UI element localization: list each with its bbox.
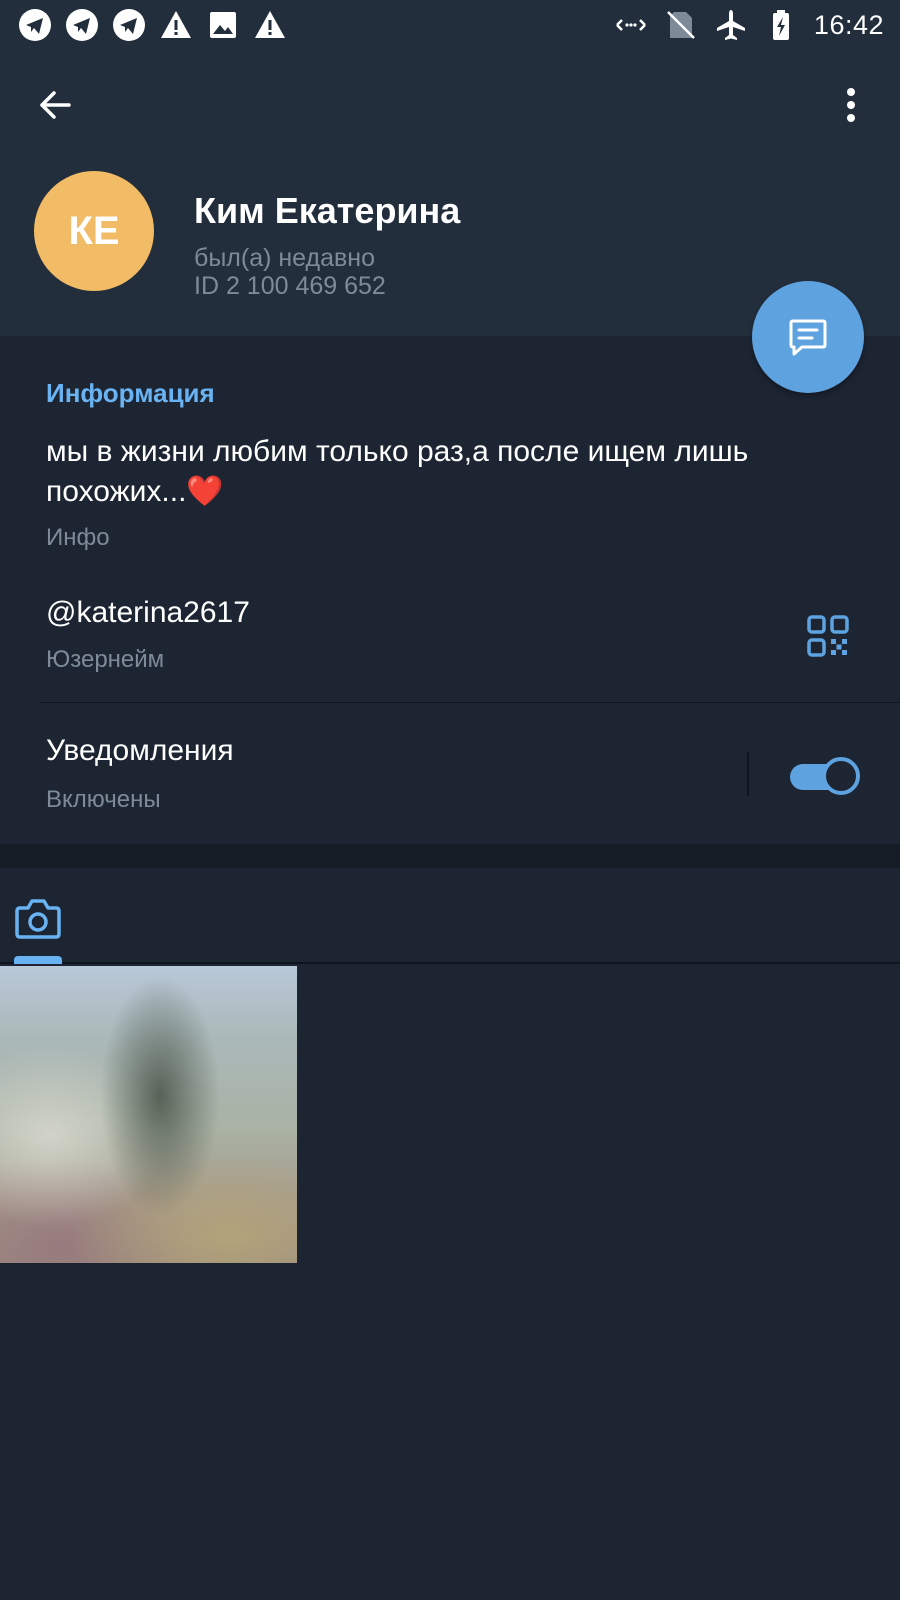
clock: 16:42 bbox=[813, 9, 884, 40]
active-tab-indicator bbox=[14, 956, 62, 964]
avatar[interactable]: КЕ bbox=[34, 171, 154, 291]
notifications-toggle[interactable] bbox=[790, 756, 860, 798]
notifications-title[interactable]: Уведомления bbox=[46, 734, 234, 768]
image-icon bbox=[206, 8, 240, 42]
qr-code-icon bbox=[807, 615, 849, 657]
qr-code-button[interactable] bbox=[806, 614, 850, 658]
send-message-button[interactable] bbox=[752, 281, 864, 393]
last-seen-status: был(а) недавно bbox=[194, 244, 376, 272]
bio-label: Инфо bbox=[46, 524, 110, 551]
airplane-mode-icon bbox=[714, 8, 748, 42]
username-value[interactable]: @katerina2617 bbox=[46, 596, 250, 630]
username-label: Юзернейм bbox=[46, 646, 165, 673]
more-options-button[interactable] bbox=[826, 80, 876, 130]
telegram-notification-icon bbox=[112, 8, 146, 42]
photo-thumbnail[interactable] bbox=[0, 966, 297, 1263]
no-sim-icon bbox=[664, 8, 698, 42]
user-id: ID 2 100 469 652 bbox=[194, 272, 386, 300]
message-icon bbox=[789, 319, 827, 356]
warning-icon bbox=[253, 8, 287, 42]
vertical-divider bbox=[747, 752, 749, 796]
warning-icon bbox=[159, 8, 193, 42]
more-vertical-icon bbox=[847, 88, 855, 122]
profile-name: Ким Екатерина bbox=[194, 190, 461, 231]
info-section-title: Информация bbox=[46, 378, 215, 408]
media-grid bbox=[0, 966, 900, 1600]
section-gap bbox=[0, 844, 900, 868]
blurred-photo bbox=[0, 966, 297, 1263]
system-icons: 16:42 bbox=[614, 8, 884, 42]
camera-icon bbox=[15, 899, 61, 939]
tab-photos[interactable] bbox=[14, 896, 62, 940]
telegram-notification-icon bbox=[65, 8, 99, 42]
avatar-initials: КЕ bbox=[68, 208, 120, 253]
arrow-left-icon bbox=[40, 91, 71, 119]
data-arrows-icon bbox=[614, 8, 648, 42]
toggle-knob bbox=[822, 757, 860, 795]
notification-icons bbox=[18, 8, 287, 42]
profile-header: 16:42 КЕ Ким Екатерина был(а) недавно ID… bbox=[0, 0, 900, 336]
back-button[interactable] bbox=[30, 80, 80, 130]
media-tabs bbox=[0, 868, 900, 964]
notifications-state: Включены bbox=[46, 786, 161, 813]
battery-charging-icon bbox=[764, 8, 798, 42]
bio-text[interactable]: мы в жизни любим только раз,а после ищем… bbox=[46, 432, 826, 512]
divider bbox=[40, 702, 900, 703]
status-bar: 16:42 bbox=[0, 0, 900, 50]
telegram-notification-icon bbox=[18, 8, 52, 42]
info-section: Информация мы в жизни любим только раз,а… bbox=[0, 336, 900, 844]
